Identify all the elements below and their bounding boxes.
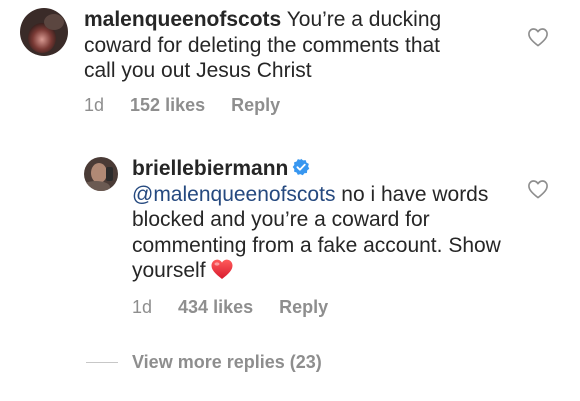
like-comment-button[interactable] bbox=[527, 27, 549, 47]
reply-likes-link[interactable]: 434 likes bbox=[178, 297, 253, 318]
view-more-replies-button[interactable]: View more replies (23) bbox=[86, 352, 322, 373]
comment-meta: 1d 152 likes Reply bbox=[84, 95, 280, 116]
reply-timestamp: 1d bbox=[132, 297, 153, 317]
reply-body: briellebiermann @malenqueenofscots no i … bbox=[132, 156, 502, 284]
comment-reply-button[interactable]: Reply bbox=[231, 95, 280, 116]
view-more-replies-label: View more replies (23) bbox=[132, 352, 322, 372]
divider-line bbox=[86, 362, 118, 363]
heart-outline-icon bbox=[528, 28, 548, 47]
comment-timestamp: 1d bbox=[84, 95, 105, 115]
commenter-avatar[interactable] bbox=[20, 8, 68, 56]
verified-badge-icon bbox=[293, 158, 310, 176]
like-reply-button[interactable] bbox=[527, 179, 549, 199]
comment-likes-link[interactable]: 152 likes bbox=[130, 95, 205, 116]
heart-outline-icon bbox=[528, 180, 548, 199]
reply-avatar[interactable] bbox=[84, 157, 118, 191]
reply-meta: 1d 434 likes Reply bbox=[132, 297, 328, 318]
reply-reply-button[interactable]: Reply bbox=[279, 297, 328, 318]
reply-mention-link[interactable]: @malenqueenofscots bbox=[132, 183, 335, 206]
comment-body: malenqueenofscots You’re a ducking cowar… bbox=[84, 7, 464, 84]
comment-username[interactable]: malenqueenofscots bbox=[84, 8, 281, 31]
commenter-avatar-image bbox=[20, 8, 68, 56]
reply-username[interactable]: briellebiermann bbox=[132, 157, 288, 180]
reply-avatar-image bbox=[84, 157, 118, 191]
red-heart-emoji-icon bbox=[211, 259, 233, 279]
